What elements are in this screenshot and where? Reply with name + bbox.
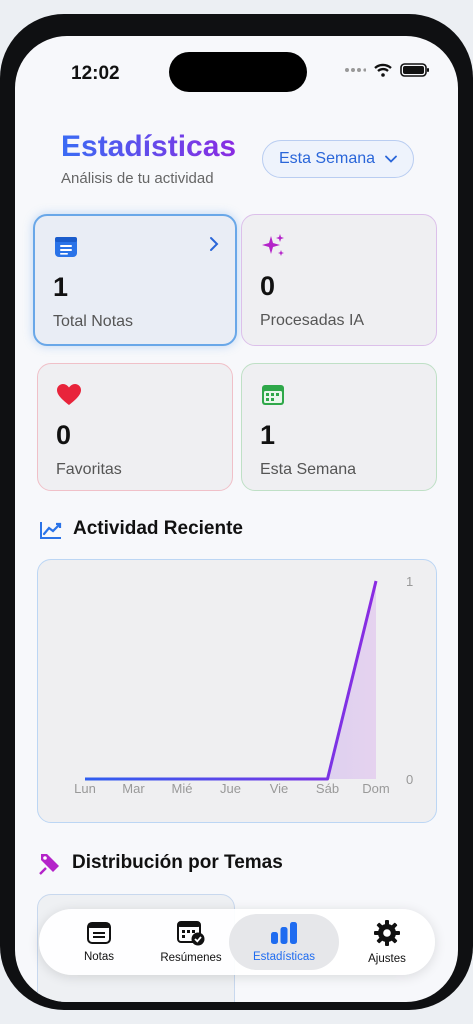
chevron-right-icon [210,237,219,251]
dynamic-island [169,52,307,92]
y-tick-label: 1 [406,574,413,589]
tab-statistics[interactable]: Estadísticas [229,914,339,970]
chevron-down-icon [385,155,397,163]
stat-value: 0 [56,420,72,450]
tab-statistics-label: Estadísticas [253,951,315,963]
x-tick-label: Mar [122,781,145,796]
tab-summaries-label: Resúmenes [160,952,222,964]
period-select[interactable]: Esta Semana [262,140,414,178]
page-subtitle: Análisis de tu actividad [61,170,214,187]
gear-icon [374,920,400,946]
distribution-title: Distribución por Temas [72,852,283,873]
stat-value: 1 [53,272,69,302]
signal-icon [345,68,366,72]
calendar-icon [262,385,284,405]
stat-card-processed-ai[interactable]: 0 Procesadas IA [241,214,437,346]
notes-icon [55,237,77,257]
tag-icon [39,854,59,875]
status-time: 12:02 [71,63,120,84]
stat-label: Esta Semana [260,461,357,478]
bar-chart-icon [271,922,297,944]
stat-card-favorites[interactable]: 0 Favoritas [37,363,233,491]
heart-icon [57,384,81,405]
stat-card-total-notes[interactable]: 1 Total Notas [33,214,237,346]
stat-label: Procesadas IA [260,312,365,329]
x-tick-label: Sáb [316,781,339,796]
tab-settings-label: Ajustes [368,953,406,965]
stat-label: Favoritas [56,461,122,478]
sparkles-icon [262,234,284,256]
tab-notes[interactable]: Notas [61,909,137,975]
status-icons [344,63,430,77]
x-tick-label: Mié [172,781,193,796]
device-frame: 12:02 Estadísticas Análisis de tu activi… [0,14,473,1010]
tab-bar: Notas Resúmenes Estadísticas Ajustes [39,909,435,975]
trend-chart-icon [40,522,62,539]
tab-settings[interactable]: Ajustes [349,909,425,975]
x-tick-label: Jue [220,781,241,796]
tab-summaries[interactable]: Resúmenes [153,909,229,975]
x-tick-label: Dom [362,781,389,796]
activity-title: Actividad Reciente [73,518,243,539]
period-select-value: Esta Semana [278,150,376,167]
stat-value: 0 [260,271,276,301]
calendar-check-icon [177,921,205,946]
activity-area [85,581,376,779]
activity-line [85,580,378,781]
x-tick-label: Vie [270,781,289,796]
battery-icon [400,63,429,77]
app-screen: 12:02 Estadísticas Análisis de tu activi… [15,36,458,1002]
stat-value: 1 [260,420,276,450]
activity-chart: Lun Mar Mié Jue Vie Sáb Dom 0 1 [37,559,437,823]
notes-tab-icon [87,922,111,944]
x-tick-label: Lun [74,781,96,796]
activity-chart-svg: Lun Mar Mié Jue Vie Sáb Dom 0 1 [74,574,413,796]
tab-notes-label: Notas [83,951,115,963]
page-title: Estadísticas [61,130,237,163]
stat-card-this-week[interactable]: 1 Esta Semana [241,363,437,491]
wifi-icon [374,63,392,77]
stat-label: Total Notas [53,313,134,330]
y-tick-label: 0 [406,772,413,787]
